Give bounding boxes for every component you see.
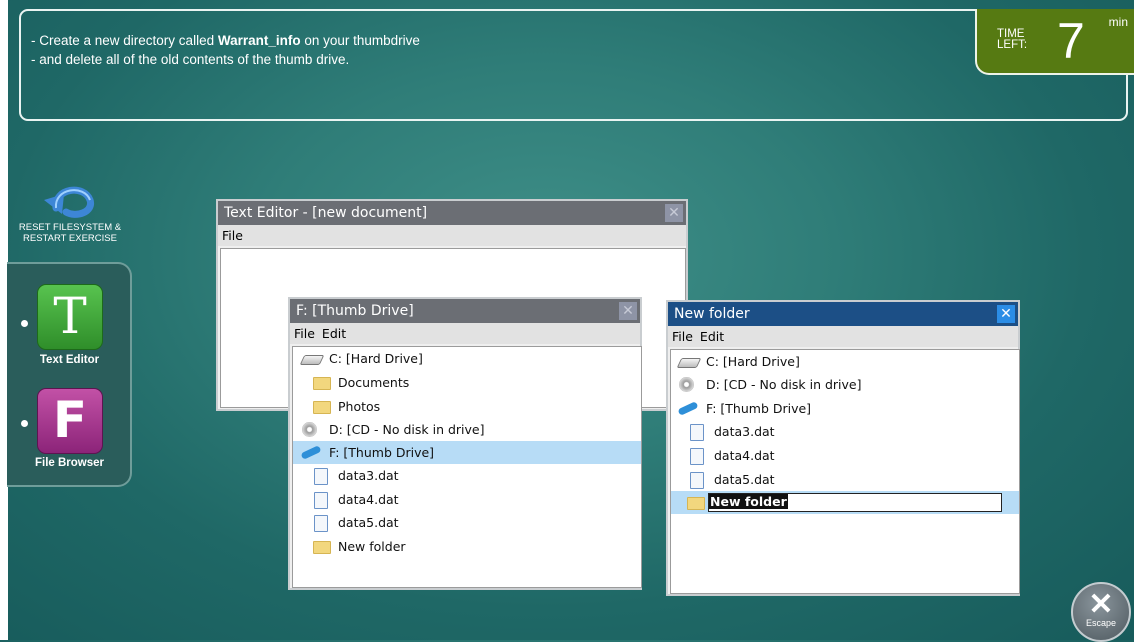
tree-item-c-drive[interactable]: C: [Hard Drive]: [671, 350, 1019, 373]
tree-item-label: D: [CD - No disk in drive]: [706, 377, 862, 392]
file-tree-pane: C: [Hard Drive] Documents Photos D: [CD …: [292, 346, 642, 588]
new-folder-title-bar[interactable]: New folder ✕: [668, 302, 1018, 326]
tree-item-label: New folder: [338, 539, 406, 554]
text-editor-title-bar[interactable]: Text Editor - [new document] ✕: [218, 201, 686, 225]
folder-icon: [313, 377, 331, 390]
menu-file[interactable]: File: [294, 326, 315, 341]
task-directory-name: Warrant_info: [217, 33, 301, 48]
tree-item-label: data3.dat: [714, 424, 775, 439]
file-icon: [690, 448, 704, 465]
cd-icon: [679, 377, 694, 392]
tree-item-new-folder-renaming[interactable]: New folder: [671, 491, 1019, 514]
tree-item-f-drive[interactable]: F: [Thumb Drive]: [671, 397, 1019, 420]
cd-icon: [302, 422, 317, 437]
tree-item-label: C: [Hard Drive]: [329, 351, 423, 366]
file-browser-window-thumb-drive: F: [Thumb Drive] ✕ File Edit C: [Hard Dri…: [288, 297, 642, 590]
tree-item-c-drive[interactable]: C: [Hard Drive]: [293, 347, 641, 370]
folder-icon: [313, 401, 331, 414]
file-icon: [314, 468, 328, 485]
thumb-drive-icon: [300, 445, 322, 460]
tree-item-label: F: [Thumb Drive]: [329, 445, 435, 460]
tree-item-data4[interactable]: data4.dat: [671, 444, 1019, 467]
tree-item-label: F: [Thumb Drive]: [706, 401, 812, 416]
reset-icon[interactable]: [36, 178, 100, 218]
tree-item-new-folder[interactable]: New folder: [293, 535, 641, 558]
tree-item-data5[interactable]: data5.dat: [293, 511, 641, 534]
file-browser-menu-bar: File Edit: [290, 323, 640, 344]
time-left-label: TIME LEFT:: [997, 28, 1028, 51]
folder-icon: [313, 541, 331, 554]
tree-item-data5[interactable]: data5.dat: [671, 468, 1019, 491]
file-tree-pane: C: [Hard Drive] D: [CD - No disk in driv…: [670, 349, 1020, 594]
file-icon: [690, 424, 704, 441]
menu-file[interactable]: File: [222, 228, 243, 243]
escape-label: Escape: [1085, 618, 1117, 628]
task-line-1-prefix: - Create a new directory called: [31, 33, 218, 48]
reset-filesystem-button-label[interactable]: RESET FILESYSTEM & RESTART EXERCISE: [6, 222, 134, 244]
tree-item-data3[interactable]: data3.dat: [293, 464, 641, 487]
tree-item-label: data4.dat: [338, 492, 399, 507]
tree-item-label: Documents: [338, 375, 410, 390]
rename-input-value: New folder: [709, 494, 788, 509]
text-editor-close-button[interactable]: ✕: [665, 204, 683, 222]
new-folder-close-button[interactable]: ✕: [997, 305, 1015, 323]
tree-item-photos[interactable]: Photos: [293, 395, 641, 418]
new-folder-menu-bar: File Edit: [668, 326, 1018, 347]
file-icon: [314, 492, 328, 509]
time-left-panel: TIME LEFT: 7 min: [975, 9, 1134, 75]
time-left-unit: min: [1108, 15, 1128, 29]
tree-item-f-drive[interactable]: F: [Thumb Drive]: [293, 441, 641, 464]
close-icon: ✕: [1000, 306, 1012, 322]
tree-item-label: C: [Hard Drive]: [706, 354, 800, 369]
file-browser-window-new-folder: New folder ✕ File Edit C: [Hard Drive] D:…: [666, 300, 1020, 596]
tree-item-label: data4.dat: [714, 448, 775, 463]
tree-item-data3[interactable]: data3.dat: [671, 420, 1019, 443]
file-browser-running-indicator: [21, 420, 28, 427]
tree-item-data4[interactable]: data4.dat: [293, 488, 641, 511]
text-editor-app-label[interactable]: Text Editor: [7, 354, 132, 366]
menu-file[interactable]: File: [672, 329, 693, 344]
menu-edit[interactable]: Edit: [700, 329, 724, 344]
file-browser-title: F: [Thumb Drive]: [296, 303, 414, 319]
file-browser-title-bar[interactable]: F: [Thumb Drive] ✕: [290, 299, 640, 323]
file-browser-app-icon[interactable]: F: [37, 388, 103, 454]
file-icon: [690, 472, 704, 489]
task-line-2: - and delete all of the old contents of …: [31, 52, 350, 67]
task-line-1-suffix: on your thumbdrive: [300, 33, 420, 48]
escape-button[interactable]: ✕ Escape: [1071, 582, 1131, 642]
new-folder-title: New folder: [674, 306, 750, 322]
tree-item-documents[interactable]: Documents: [293, 371, 641, 394]
task-instructions-panel: - Create a new directory called Warrant_…: [19, 9, 1128, 121]
text-editor-running-indicator: [21, 320, 28, 327]
menu-edit[interactable]: Edit: [322, 326, 346, 341]
file-icon: [314, 515, 328, 532]
close-x-icon: ✕: [1088, 588, 1114, 621]
tree-item-label: data5.dat: [714, 472, 775, 487]
tree-item-d-drive[interactable]: D: [CD - No disk in drive]: [293, 418, 641, 441]
close-icon: ✕: [622, 303, 634, 319]
text-editor-app-icon[interactable]: T: [37, 284, 103, 350]
file-browser-close-button[interactable]: ✕: [619, 302, 637, 320]
tree-item-label: data5.dat: [338, 515, 399, 530]
tree-item-label: data3.dat: [338, 468, 399, 483]
folder-icon: [687, 497, 705, 510]
text-editor-menu-bar: File: [218, 225, 686, 246]
task-line-1: - Create a new directory called Warrant_…: [31, 33, 420, 48]
app-dock: T Text Editor F File Browser: [7, 262, 132, 487]
hard-drive-icon: [676, 358, 702, 368]
tree-item-label: Photos: [338, 399, 381, 414]
thumb-drive-icon: [677, 401, 699, 416]
tree-item-d-drive[interactable]: D: [CD - No disk in drive]: [671, 373, 1019, 396]
hard-drive-icon: [299, 355, 325, 365]
tree-item-label: D: [CD - No disk in drive]: [329, 422, 485, 437]
text-editor-title: Text Editor - [new document]: [224, 205, 428, 221]
time-left-value: 7: [1057, 13, 1085, 69]
file-browser-app-label[interactable]: File Browser: [7, 457, 132, 469]
close-icon: ✕: [668, 205, 680, 221]
rename-folder-input[interactable]: New folder: [708, 493, 1002, 512]
